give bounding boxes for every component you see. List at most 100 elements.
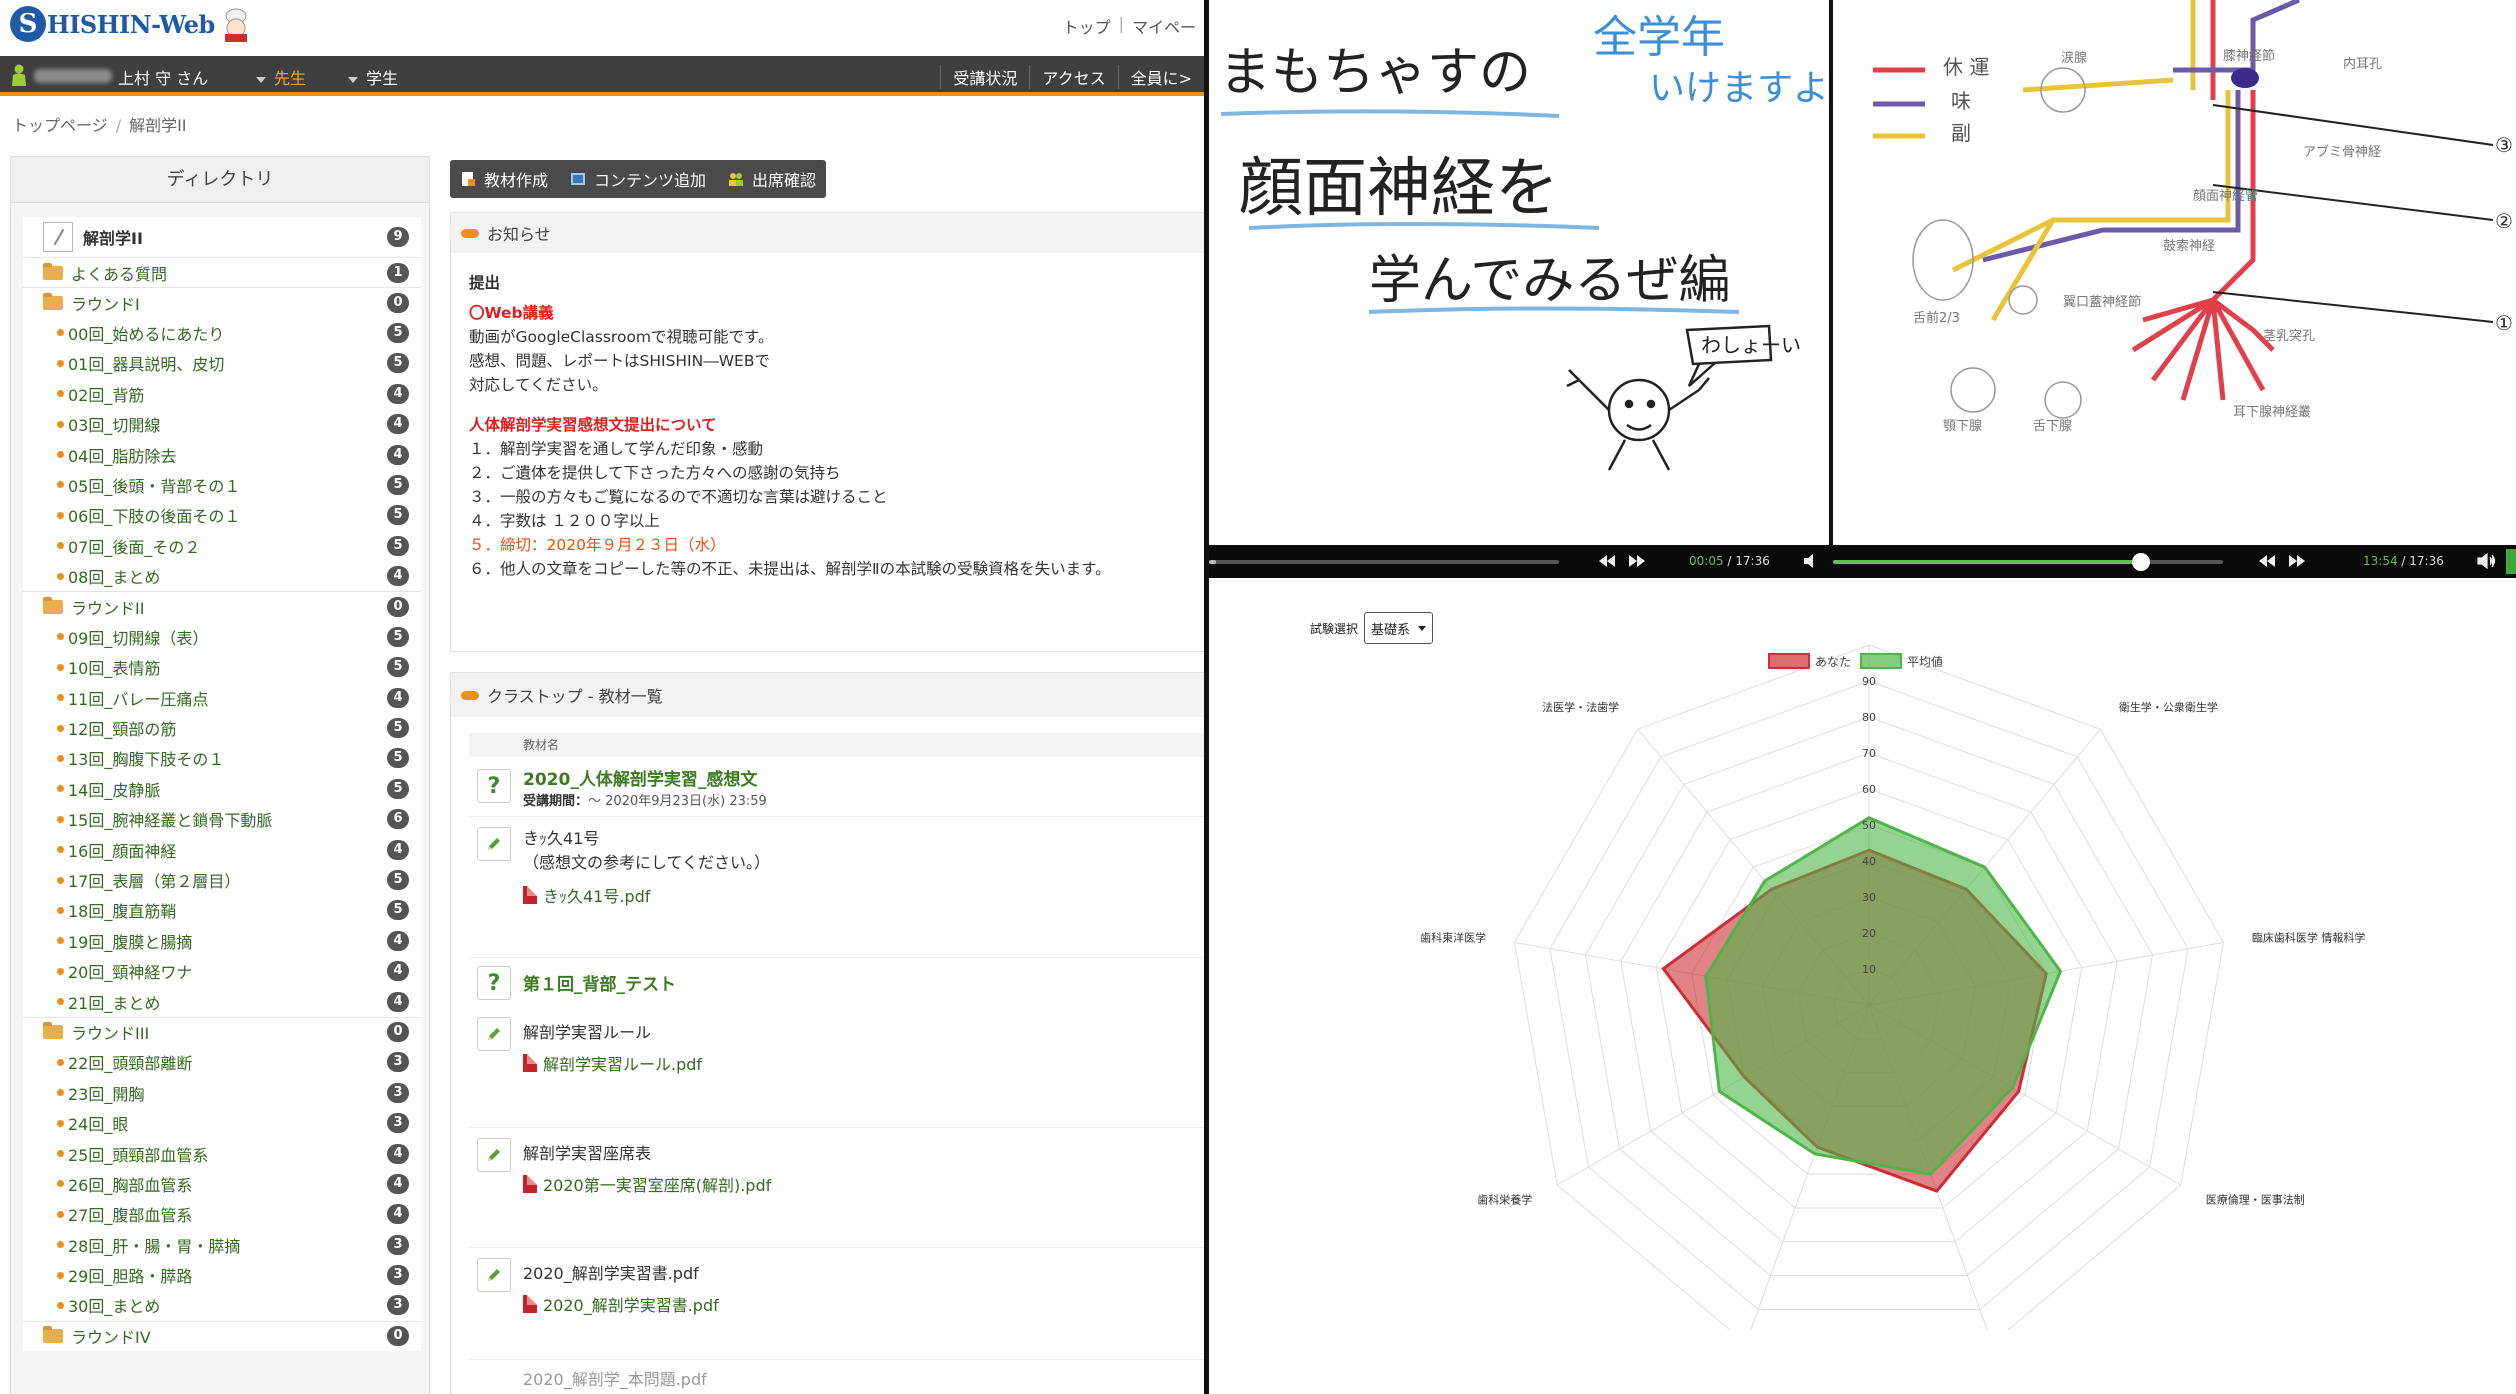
radar-tick-label: 10: [1862, 963, 1876, 976]
dir-lesson-label: 04回_脂肪除去: [68, 446, 177, 466]
dir-lesson-item[interactable]: 30回_まとめ 3: [23, 1290, 421, 1320]
dir-lesson-item[interactable]: 15回_腕神経叢と鎖骨下動脈 6: [23, 804, 421, 834]
dir-lesson-item[interactable]: 28回_肝・腸・胃・膵摘 3: [23, 1230, 421, 1260]
pdf-link[interactable]: 2020第一実習室座席(解剖).pdf: [523, 1172, 1204, 1196]
dir-lesson-item[interactable]: 09回_切開線（表） 5: [23, 622, 421, 652]
dir-lesson-item[interactable]: 22回_頭頸部離断 3: [23, 1047, 421, 1077]
dir-folder-round2[interactable]: ラウンドII 0: [23, 591, 421, 621]
volume-icon[interactable]: [2477, 553, 2497, 569]
bullet-icon: [57, 481, 64, 489]
rewind-icon[interactable]: [1597, 553, 1617, 569]
dir-folder-round3[interactable]: ラウンドIII 0: [23, 1016, 421, 1047]
dir-lesson-item[interactable]: 20回_頸神経ワナ 4: [23, 956, 421, 986]
dir-lesson-item[interactable]: 26回_胸部血管系 4: [23, 1169, 421, 1199]
fast-forward-icon[interactable]: [1627, 553, 1647, 569]
dir-lesson-item[interactable]: 24回_眼 3: [23, 1108, 421, 1138]
video-2-seekbar[interactable]: [1833, 553, 2223, 571]
role-student-menu[interactable]: 学生: [348, 65, 398, 89]
dir-lesson-item[interactable]: 02回_背筋 4: [23, 379, 421, 409]
pdf-link[interactable]: きｯ久41号.pdf: [523, 883, 1204, 907]
count-badge: 5: [387, 322, 409, 343]
bullet-icon: [57, 967, 64, 975]
dir-lesson-item[interactable]: 23回_開胸 3: [23, 1078, 421, 1108]
pdf-link[interactable]: 解剖学実習ルール.pdf: [523, 1051, 1204, 1075]
chevron-down-icon: [348, 76, 358, 83]
pdf-link[interactable]: 2020_解剖学実習書.pdf: [523, 1292, 1204, 1316]
material-title[interactable]: 第１回_背部_テスト: [523, 970, 1204, 995]
seek-handle[interactable]: [2132, 553, 2151, 571]
volume-icon[interactable]: [1803, 553, 1817, 569]
attendance-button[interactable]: 出席確認: [728, 167, 816, 191]
dir-root[interactable]: 解剖学II 9: [23, 217, 421, 257]
link-access[interactable]: アクセス: [1029, 65, 1117, 89]
rewind-icon[interactable]: [2257, 553, 2277, 569]
dir-lesson-item[interactable]: 01回_器具説明、皮切 5: [23, 348, 421, 378]
count-badge: 5: [387, 718, 409, 739]
material-row[interactable]: 2020_解剖学_本問題.pdf: [469, 1359, 1204, 1389]
round3-items: 22回_頭頸部離断 3 23回_開胸 3 24回_眼 3 25回_頭頸部血管系 4 26回_胸部…: [23, 1047, 421, 1321]
bullet-icon: [57, 724, 64, 732]
video-player-2-frame[interactable]: 休 運 味 副 ③ ② ① 涙腺 膝神経節 内耳孔 アブミ骨神経 鼓索神経 顔面…: [1833, 0, 2516, 578]
user-bar-links: 受講状況 アクセス 全員に>: [940, 65, 1204, 89]
dir-lesson-item[interactable]: 10回_表情筋 5: [23, 652, 421, 682]
material-row[interactable]: ? 2020_人体解剖学実習_感想文 受講期間：～ 2020年9月23日(水) …: [469, 757, 1204, 817]
top-link-home[interactable]: トップ: [1063, 14, 1111, 38]
dir-lesson-item[interactable]: 07回_後面_その２ 5: [23, 531, 421, 561]
material-row[interactable]: きｯ久41号 （感想文の参考にしてください。） きｯ久41号.pdf: [469, 817, 1204, 957]
dir-lesson-item[interactable]: 17回_表層（第２層目） 5: [23, 865, 421, 895]
material-row[interactable]: ? 第１回_背部_テスト: [469, 957, 1204, 1007]
dir-lesson-item[interactable]: 25回_頭頸部血管系 4: [23, 1138, 421, 1168]
radar-tick-label: 90: [1862, 675, 1876, 688]
dir-lesson-item[interactable]: 19回_腹膜と腸摘 4: [23, 926, 421, 956]
dir-lesson-item[interactable]: 03回_切開線 4: [23, 409, 421, 439]
material-title[interactable]: 2020_人体解剖学実習_感想文: [523, 765, 1204, 790]
material-row[interactable]: 解剖学実習ルール 解剖学実習ルール.pdf: [469, 1007, 1204, 1127]
dir-lesson-item[interactable]: 13回_胸腹下肢その１ 5: [23, 743, 421, 773]
add-content-button[interactable]: コンテンツ追加: [570, 167, 706, 191]
dir-lesson-item[interactable]: 12回_頸部の筋 5: [23, 713, 421, 743]
dir-lesson-label: 14回_皮静脈: [68, 780, 161, 800]
dir-folder-round4[interactable]: ラウンドIV 0: [23, 1320, 421, 1351]
notice-header: お知らせ: [451, 213, 1204, 253]
site-logo[interactable]: S HISHIN-Web: [10, 6, 253, 42]
count-badge: 4: [387, 566, 409, 587]
material-row[interactable]: 2020_解剖学実習書.pdf 2020_解剖学実習書.pdf: [469, 1247, 1204, 1359]
time-total: / 17:36: [2397, 554, 2444, 568]
dir-lesson-item[interactable]: 05回_後頭・背部その１ 5: [23, 470, 421, 500]
dir-lesson-item[interactable]: 18回_腹直筋鞘 5: [23, 895, 421, 925]
bullet-icon: [57, 1150, 64, 1158]
count-badge: 6: [387, 809, 409, 830]
video-1-seekbar[interactable]: [1209, 560, 1559, 564]
label-pterygopalatine: 翼口蓋神経節: [2063, 295, 2141, 310]
dir-lesson-item[interactable]: 29回_胆路・膵路 3: [23, 1260, 421, 1290]
role-teacher-menu[interactable]: 先生: [256, 65, 306, 89]
dir-lesson-item[interactable]: 27回_腹部血管系 4: [23, 1199, 421, 1229]
dir-lesson-label: 29回_胆路・膵路: [68, 1267, 193, 1287]
link-to-all[interactable]: 全員に>: [1117, 65, 1204, 89]
dir-folder-round1[interactable]: ラウンドI 0: [23, 287, 421, 317]
material-row[interactable]: 解剖学実習座席表 2020第一実習室座席(解剖).pdf: [469, 1127, 1204, 1247]
bullet-icon: [57, 420, 64, 428]
dir-lesson-item[interactable]: 06回_下肢の後面その１ 5: [23, 500, 421, 530]
radar-axis-label: 臨床歯科医学 情報科学: [2252, 930, 2366, 944]
video-player-1-frame[interactable]: まもちゃすの 顔面神経を 学んでみるぜ編 全学年 いけますよ わしょーい: [1209, 0, 1829, 578]
marker-2: ②: [2495, 209, 2513, 233]
top-bar: S HISHIN-Web トップ | マイペー: [0, 0, 1204, 56]
dir-lesson-item[interactable]: 21回_まとめ 4: [23, 986, 421, 1016]
create-material-button[interactable]: 教材作成: [460, 167, 548, 191]
mascot-icon: [224, 8, 247, 42]
dir-folder-faq[interactable]: よくある質問 1: [23, 257, 421, 287]
breadcrumb-home[interactable]: トップページ: [12, 116, 108, 135]
dir-lesson-item[interactable]: 11回_バレー圧痛点 4: [23, 682, 421, 712]
dir-lesson-item[interactable]: 14回_皮静脈 5: [23, 774, 421, 804]
user-name[interactable]: 上村 守 さん: [118, 65, 208, 89]
dir-lesson-item[interactable]: 04回_脂肪除去 4: [23, 439, 421, 469]
dir-lesson-item[interactable]: 16回_顔面神経 4: [23, 834, 421, 864]
dir-lesson-label: 10回_表情筋: [68, 659, 161, 679]
dir-lesson-item[interactable]: 00回_始めるにあたり 5: [23, 318, 421, 348]
fast-forward-icon[interactable]: [2287, 553, 2307, 569]
legend-label: あなた: [1815, 655, 1851, 669]
top-link-mypage[interactable]: マイペー: [1132, 14, 1196, 38]
link-attendance-status[interactable]: 受講状況: [940, 65, 1029, 89]
dir-lesson-item[interactable]: 08回_まとめ 4: [23, 561, 421, 591]
